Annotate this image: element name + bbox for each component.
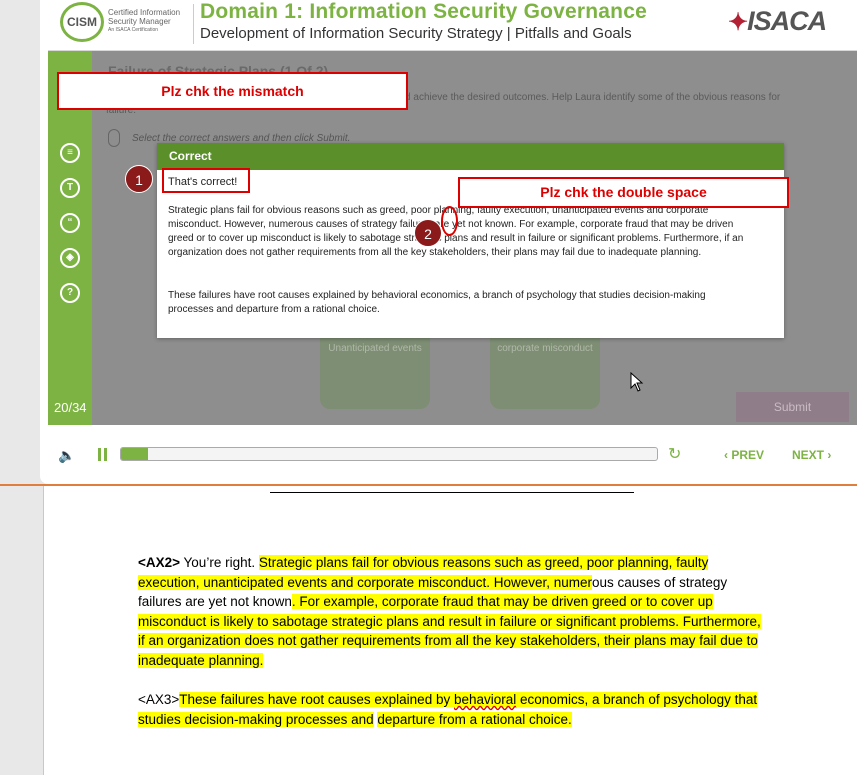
cism-subtitle-line-1: Certified Information <box>108 8 181 17</box>
ax2-tag: <AX2> <box>138 555 181 570</box>
ax3-tag: <AX3> <box>138 692 180 707</box>
annotation-marker-2: 2 <box>414 219 442 247</box>
isaca-star-icon: ✦ <box>728 9 748 36</box>
transcript-icon[interactable]: T <box>60 178 80 198</box>
cism-logo: CISM <box>60 2 104 42</box>
domain-title: Domain 1: Information Security Governanc… <box>200 0 647 23</box>
header-divider <box>193 4 194 44</box>
feedback-dialog: Correct That's correct! Strategic plans … <box>157 143 784 338</box>
document-paragraph-ax2[interactable]: <AX2> You’re right. Strategic plans fail… <box>138 553 768 670</box>
ax3-highlight-c: departure from a rational choice. <box>377 711 572 727</box>
next-button[interactable]: NEXT › <box>792 448 831 462</box>
prev-button[interactable]: ‹ PREV <box>724 448 764 462</box>
feedback-paragraph-1: Strategic plans fail for obvious reasons… <box>168 205 744 258</box>
feedback-paragraph-2: These failures have root causes explaine… <box>168 290 706 315</box>
cism-subtitle: Certified Information Security Manager A… <box>108 8 188 35</box>
annotation-marker-1: 1 <box>125 165 153 193</box>
layers-icon[interactable]: ◈ <box>60 248 80 268</box>
notes-icon[interactable]: ≡ <box>60 143 80 163</box>
ax2-lead-text: You’re right. <box>180 555 259 570</box>
slide-counter: 20/34 <box>54 400 87 415</box>
ax3-spellcheck-word: behavioral <box>453 692 517 707</box>
replay-icon[interactable]: ↻ <box>668 444 681 464</box>
ax3-highlight-a: These failures have root causes explaine… <box>179 692 454 707</box>
prev-label: PREV <box>731 448 765 462</box>
callout-double-space: Plz chk the double space <box>458 177 789 208</box>
feedback-header: Correct <box>157 143 784 170</box>
cism-subtitle-line-2: Security Manager <box>108 17 171 26</box>
document-paragraph-ax3[interactable]: <AX3>These failures have root causes exp… <box>138 690 768 729</box>
callout-mismatch: Plz chk the mismatch <box>57 72 408 110</box>
mouse-icon <box>108 129 120 147</box>
mouse-cursor-icon <box>630 372 644 392</box>
player-header: CISM Certified Information Security Mana… <box>48 0 857 51</box>
progress-fill <box>121 448 148 460</box>
volume-icon[interactable]: 🔈 <box>58 447 75 464</box>
mismatch-highlight-box <box>162 168 250 193</box>
quote-icon[interactable]: “ <box>60 213 80 233</box>
document-page: <AX2> You’re right. Strategic plans fail… <box>43 486 857 775</box>
chevron-right-icon: › <box>824 448 832 462</box>
player-controls: 🔈 ↻ ‹ PREV NEXT › <box>48 425 857 483</box>
isaca-logo: ✦ISACA <box>728 6 827 37</box>
double-space-circle <box>441 206 458 236</box>
table-border-line <box>270 492 634 493</box>
isaca-logo-text: ISACA <box>747 6 827 36</box>
submit-button[interactable]: Submit <box>736 392 849 422</box>
progress-bar[interactable] <box>120 447 658 461</box>
next-label: NEXT <box>792 448 825 462</box>
domain-subtitle: Development of Information Security Stra… <box>200 25 632 42</box>
help-icon[interactable]: ? <box>60 283 80 303</box>
pause-icon[interactable] <box>98 448 110 466</box>
cism-subtitle-line-3: An ISACA Certification <box>108 27 159 33</box>
